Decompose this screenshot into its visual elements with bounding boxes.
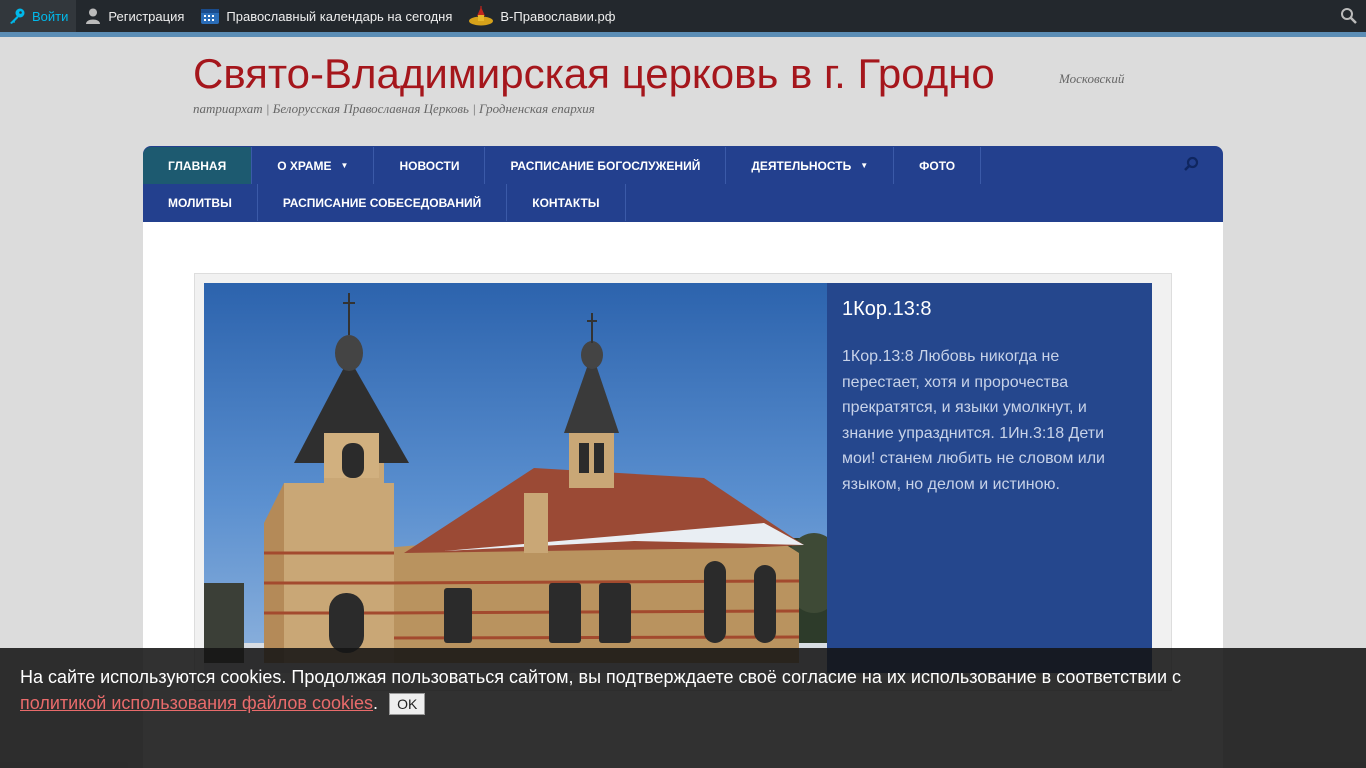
nav-label: Главная	[168, 158, 227, 173]
cookie-period: .	[373, 693, 379, 713]
nav-item-contacts[interactable]: Контакты	[507, 184, 626, 221]
nav-item-about[interactable]: О храме ▼	[252, 147, 375, 184]
register-label: Регистрация	[108, 8, 185, 24]
key-icon	[10, 8, 25, 24]
nav-label: Фото	[919, 158, 956, 173]
site-link-label: В-Православии.рф	[500, 8, 616, 24]
nav-item-news[interactable]: Новости	[374, 147, 486, 184]
nav-label: Контакты	[532, 195, 600, 210]
user-icon	[86, 8, 101, 24]
nav-item-home[interactable]: Главная	[143, 147, 253, 184]
site-link[interactable]: В-Православии.рф	[460, 0, 623, 32]
site-description-part2: патриархат | Белорусская Православная Це…	[193, 101, 595, 116]
nav-label: Молитвы	[168, 195, 232, 210]
calendar-icon	[201, 9, 220, 24]
site-description-part1: Московский	[1059, 71, 1125, 86]
nav-item-prayers[interactable]: Молитвы	[143, 184, 258, 221]
search-icon[interactable]	[1340, 7, 1358, 25]
church-logo-icon	[469, 6, 494, 26]
slide-title[interactable]: 1Кор.13:8	[842, 298, 1137, 321]
nav-item-photo[interactable]: Фото	[894, 147, 982, 184]
nav-label: Расписание собеседований	[282, 195, 482, 210]
cookie-text: На сайте используются cookies. Продолжая…	[20, 667, 1182, 687]
nav-row-1: Главная О храме ▼ Новости Расписание бого…	[143, 147, 982, 184]
cookie-notice: На сайте используются cookies. Продолжая…	[0, 648, 1366, 768]
cookie-policy-link[interactable]: политикой использования файлов cookies	[20, 693, 373, 713]
main-nav: Главная О храме ▼ Новости Расписание бого…	[143, 146, 1223, 222]
nav-item-schedule[interactable]: Расписание богослужений	[485, 147, 727, 184]
calendar-link[interactable]: Православный календарь на сегодня	[192, 0, 460, 32]
register-link[interactable]: Регистрация	[76, 0, 192, 32]
nav-search-icon[interactable]	[1183, 156, 1199, 172]
header-strip	[0, 32, 1366, 37]
admin-bar: Войти Регистрация Православный календарь…	[0, 0, 1366, 32]
calendar-label: Православный календарь на сегодня	[226, 8, 453, 24]
nav-label: Деятельность	[751, 158, 852, 173]
nav-label: О храме	[277, 158, 332, 173]
church-photo	[204, 283, 827, 673]
nav-label: Расписание богослужений	[510, 158, 701, 173]
slide-body: 1Кор.13:8 Любовь никогда не перестает, х…	[842, 348, 1105, 493]
nav-item-interviews[interactable]: Расписание собеседований	[258, 184, 508, 221]
login-label: Войти	[32, 8, 69, 24]
nav-row-2: Молитвы Расписание собеседований Контакт…	[143, 184, 626, 221]
login-link[interactable]: Войти	[0, 0, 77, 32]
nav-label: Новости	[399, 158, 460, 173]
site-title[interactable]: Свято-Владимирская церковь в г. Гродно	[193, 50, 995, 98]
nav-item-activity[interactable]: Деятельность ▼	[726, 147, 895, 184]
slide-caption-panel: 1Кор.13:8 1Кор.13:8 Любовь никогда не пе…	[827, 283, 1152, 673]
caret-down-icon: ▼	[340, 161, 349, 170]
caret-down-icon: ▼	[860, 161, 869, 170]
cookie-ok-button[interactable]: OK	[389, 693, 426, 716]
